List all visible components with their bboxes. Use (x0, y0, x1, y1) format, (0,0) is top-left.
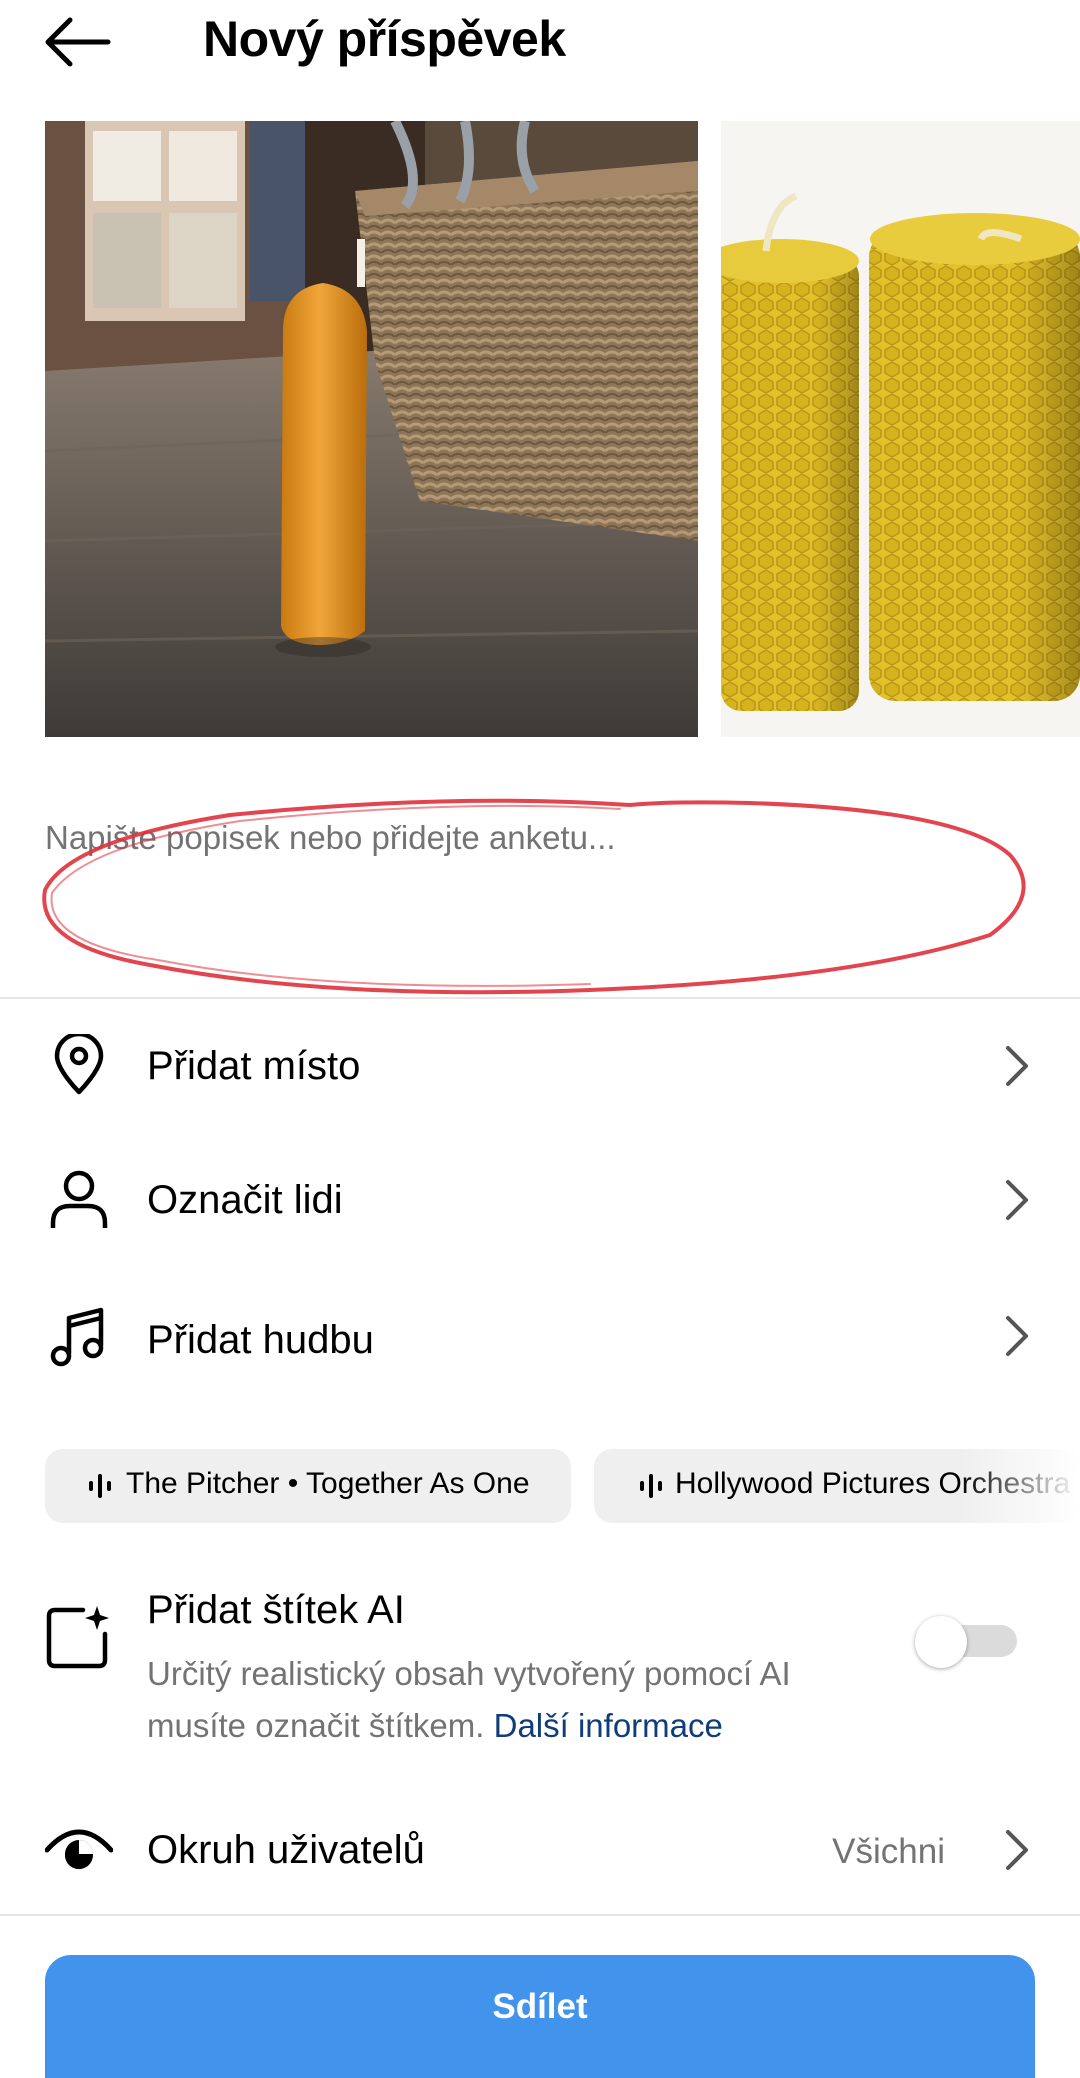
add-location-row[interactable]: Přidat místo (0, 1016, 1080, 1116)
eye-icon (45, 1829, 113, 1870)
divider (0, 997, 1080, 999)
ai-label-description: Určitý realistický obsah vytvořený pomoc… (147, 1648, 887, 1752)
add-location-label: Přidat místo (147, 1044, 361, 1088)
audience-value: Všichni (832, 1832, 945, 1871)
audio-bars-icon (89, 1474, 111, 1498)
divider (0, 1914, 1080, 1916)
caption-input[interactable] (45, 808, 1005, 868)
music-suggestion-chip[interactable]: Hollywood Pictures Orchestra (594, 1449, 1080, 1523)
ai-label-toggle[interactable] (915, 1616, 1023, 1668)
audience-label: Okruh uživatelů (147, 1828, 425, 1872)
back-button[interactable] (40, 12, 120, 72)
location-pin-icon (54, 1034, 104, 1095)
selected-photo-1[interactable] (45, 121, 698, 737)
chevron-right-icon (1006, 1316, 1028, 1356)
tag-people-row[interactable]: Označit lidi (0, 1150, 1080, 1250)
toggle-knob (915, 1616, 967, 1668)
music-suggestion-label: The Pitcher • Together As One (126, 1467, 530, 1500)
tag-people-label: Označit lidi (147, 1178, 343, 1222)
chevron-right-icon (1006, 1830, 1028, 1870)
music-suggestion-chip[interactable]: The Pitcher • Together As One (45, 1449, 571, 1523)
arrow-left-icon (45, 17, 111, 67)
page-title: Nový příspěvek (203, 11, 566, 67)
selected-photo-2[interactable] (721, 121, 1080, 737)
chevron-right-icon (1006, 1046, 1028, 1086)
ai-label-icon (46, 1606, 109, 1669)
learn-more-link[interactable]: Další informace (494, 1707, 723, 1744)
chevron-right-icon (1006, 1180, 1028, 1220)
share-button[interactable]: Sdílet (45, 1955, 1035, 2078)
person-icon (50, 1170, 108, 1228)
add-music-label: Přidat hudbu (147, 1318, 374, 1362)
audience-row[interactable]: Okruh uživatelů Všichni (0, 1800, 1080, 1900)
chip-fade (960, 1449, 1080, 1523)
audio-bars-icon (640, 1474, 662, 1498)
ai-label-title: Přidat štítek AI (147, 1588, 405, 1632)
add-music-row[interactable]: Přidat hudbu (0, 1290, 1080, 1390)
music-note-icon (50, 1307, 104, 1367)
